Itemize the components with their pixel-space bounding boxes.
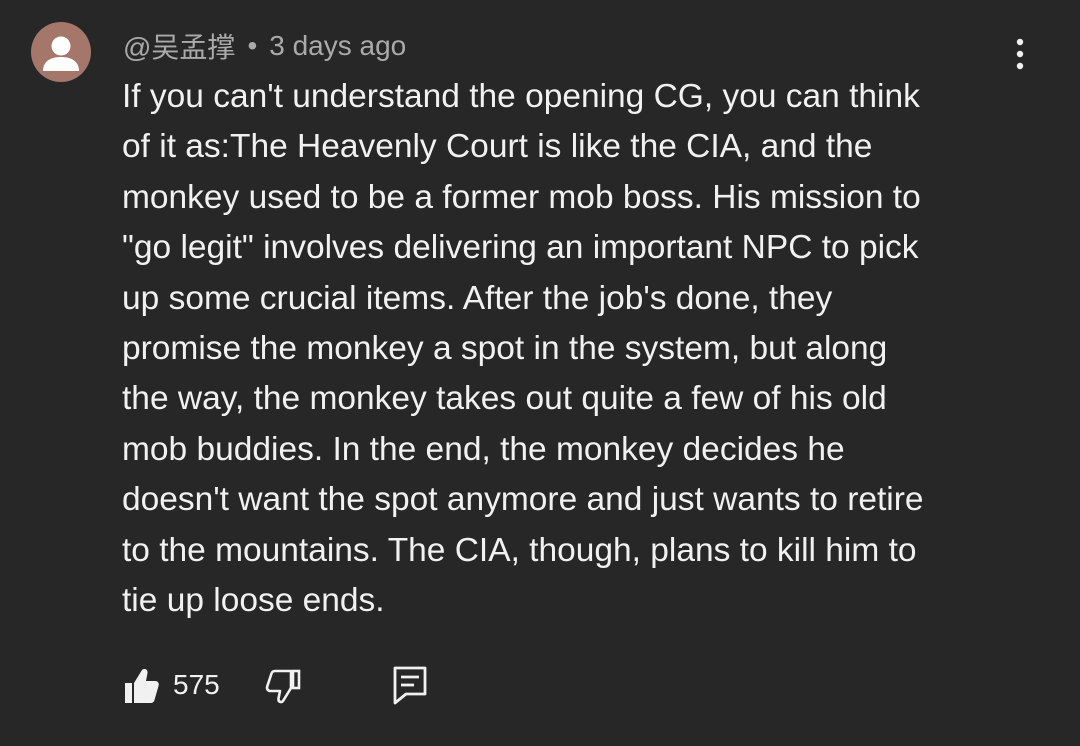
like-count: 575 [173,669,220,700]
comment-actions: 575 [120,660,520,712]
default-user-avatar-icon [43,36,79,71]
comment-text: If you can't understand the opening CG, … [122,72,1022,626]
comment-menu-button[interactable] [1000,34,1040,74]
avatar[interactable] [31,22,91,82]
reply-button[interactable] [390,664,430,706]
comment-text-line: the way, the monkey takes out quite a fe… [122,380,887,418]
thumbs-down-outline-icon [265,669,301,704]
comment-text-line: monkey used to be a former mob boss. His… [122,178,921,216]
comment-thread-item: @吴孟撑 • 3 days ago If you can't understan… [0,0,1080,746]
comment-text-line: up some crucial items. After the job's d… [122,279,833,317]
more-vertical-icon [1016,38,1024,70]
comment-text-line: "go legit" involves delivering an import… [122,229,919,267]
comment-text-line: If you can't understand the opening CG, … [122,78,920,115]
comment-text-line: to the mountains. The CIA, though, plans… [122,531,917,569]
comment-text-line: doesn't want the spot anymore and just w… [122,481,924,519]
reply-comment-icon [393,666,427,705]
comment-text-line: mob buddies. In the end, the monkey deci… [122,430,845,468]
like-button[interactable] [122,666,162,706]
author-handle[interactable]: @吴孟撑 [123,26,235,66]
comment-text-line: of it as:The Heavenly Court is like the … [122,128,873,166]
comment-text-line: tie up loose ends. [122,582,385,620]
thumbs-up-filled-icon [125,669,159,703]
comment-header: @吴孟撑 • 3 days ago [123,26,406,66]
comment-timestamp[interactable]: 3 days ago [269,30,406,62]
comment-text-line: promise the monkey a spot in the system,… [122,330,888,368]
meta-separator: • [247,30,258,61]
dislike-button[interactable] [263,666,303,706]
